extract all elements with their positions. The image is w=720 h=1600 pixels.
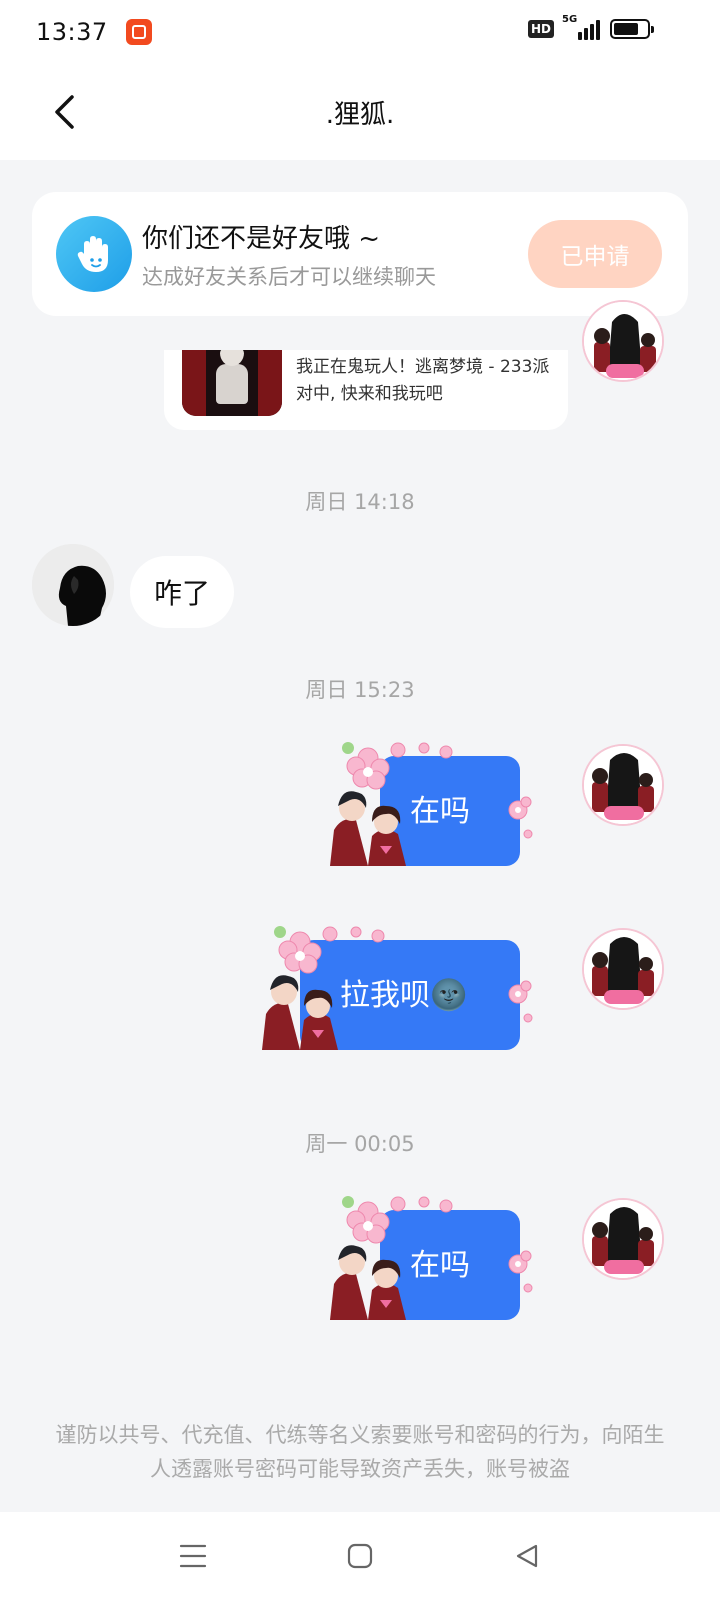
game-share-card[interactable]: 我正在鬼玩人！逃离梦境 - 233派对中, 快来和我玩吧: [164, 350, 568, 430]
self-avatar[interactable]: [582, 1198, 664, 1280]
applied-button[interactable]: 已申请: [528, 220, 662, 288]
chevron-left-icon: [55, 95, 74, 129]
message-timestamp: 周一 00:05: [305, 1132, 415, 1156]
status-bar: 13:37 HD 5G: [0, 0, 720, 64]
menu-button[interactable]: [171, 1534, 215, 1578]
sakura-sticker-icon: [330, 1196, 533, 1320]
network-label: 5G: [562, 14, 578, 25]
self-avatar[interactable]: [582, 928, 664, 1010]
received-message-bubble[interactable]: 咋了: [130, 556, 235, 628]
home-button[interactable]: [338, 1534, 382, 1578]
signal-icon: 5G: [562, 14, 600, 40]
hd-label: HD: [527, 20, 554, 38]
friend-request-banner: 你们还不是好友哦 ~ 达成好友关系后才可以继续聊天 已申请: [32, 192, 688, 316]
game-thumbnail: [182, 350, 282, 416]
sakura-sticker-icon: [262, 926, 533, 1050]
home-square-icon: [347, 1543, 373, 1569]
security-warning: 谨防以共号、代充值、代练等名义索要账号和密码的行为，向陌生人透露账号密码可能导致…: [55, 1423, 665, 1481]
hand-wave-icon: [56, 216, 132, 292]
triangle-back-icon: [516, 1544, 537, 1568]
battery-icon: [610, 19, 654, 39]
status-time: 13:37: [36, 18, 108, 46]
self-avatar[interactable]: [582, 744, 664, 826]
chat-header: .狸狐.: [0, 64, 720, 160]
app-notification-icon: [125, 19, 152, 45]
back-button[interactable]: [44, 90, 84, 134]
self-avatar[interactable]: [582, 300, 664, 382]
message-timestamp: 周日 14:18: [305, 490, 415, 514]
system-nav-bar: [0, 1512, 720, 1600]
sakura-sticker-icon: [330, 742, 533, 866]
page-title: .狸狐.: [325, 99, 395, 130]
message-timestamp: 周日 15:23: [305, 678, 415, 702]
share-card-text: 我正在鬼玩人！逃离梦境 - 233派对中, 快来和我玩吧: [296, 357, 550, 404]
banner-subtitle: 达成好友关系后才可以继续聊天: [142, 264, 436, 289]
status-indicators: HD 5G: [527, 14, 654, 40]
nav-back-button[interactable]: [505, 1534, 549, 1578]
banner-title: 你们还不是好友哦 ~: [142, 223, 381, 254]
menu-icon: [180, 1544, 207, 1568]
contact-avatar[interactable]: [32, 544, 114, 626]
